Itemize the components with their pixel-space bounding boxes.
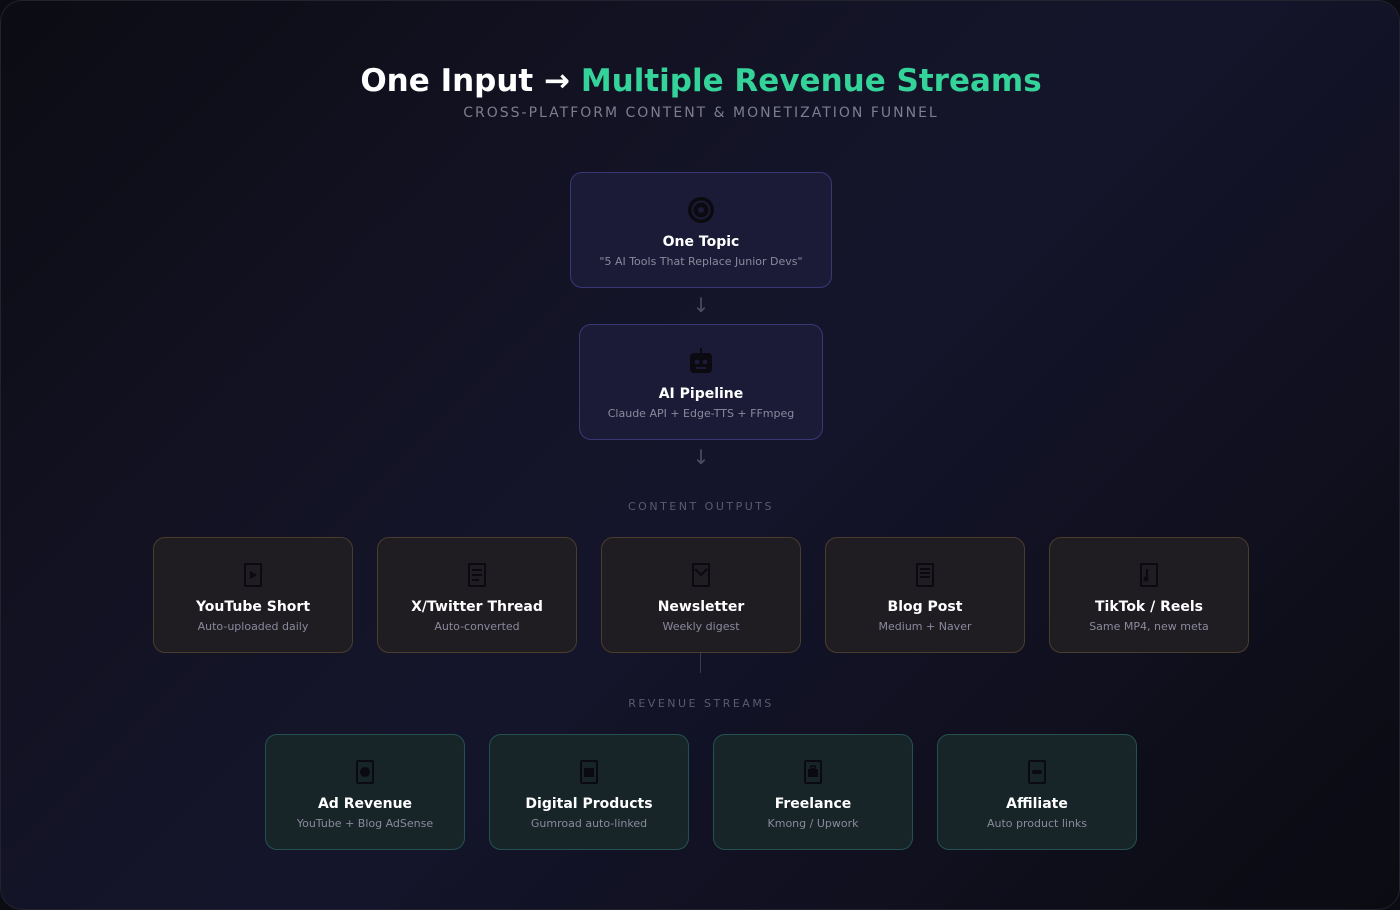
node-affiliate: Affiliate Auto product links [937, 734, 1137, 850]
node-freelance: Freelance Kmong / Upwork [713, 734, 913, 850]
phone-icon [1050, 556, 1248, 594]
diagram-canvas: One Input → Multiple Revenue Streams CRO… [0, 0, 1400, 910]
node-description: Weekly digest [662, 620, 740, 633]
node-youtube-short: YouTube Short Auto-uploaded daily [153, 537, 353, 653]
node-title: Newsletter [657, 599, 745, 615]
node-title: Freelance [774, 796, 852, 812]
node-description: Medium + Naver [878, 620, 972, 633]
node-title: YouTube Short [195, 599, 311, 615]
package-icon [490, 753, 688, 791]
title-plain: One Input → [360, 63, 581, 99]
node-description: Auto-converted [434, 620, 520, 633]
down-arrow-icon: ↓ [692, 293, 710, 317]
section-label-content-outputs: CONTENT OUTPUTS [628, 500, 774, 513]
node-ai-pipeline: AI Pipeline Claude API + Edge-TTS + FFmp… [579, 324, 823, 440]
node-title: AI Pipeline [658, 386, 744, 402]
connector-line [700, 653, 701, 673]
title-accent: Multiple Revenue Streams [580, 63, 1042, 99]
video-icon [154, 556, 352, 594]
section-label-revenue-streams: REVENUE STREAMS [628, 697, 774, 710]
node-title: Affiliate [1006, 796, 1068, 812]
money-icon [266, 753, 464, 791]
bird-icon [378, 556, 576, 594]
document-icon [826, 556, 1024, 594]
node-description: Kmong / Upwork [767, 817, 859, 830]
diagram-title: One Input → Multiple Revenue Streams [1, 59, 1399, 103]
node-one-topic: One Topic "5 AI Tools That Replace Junio… [570, 172, 832, 288]
robot-icon [580, 343, 822, 381]
node-twitter-thread: X/Twitter Thread Auto-converted [377, 537, 577, 653]
node-description: YouTube + Blog AdSense [296, 817, 434, 830]
node-tiktok-reels: TikTok / Reels Same MP4, new meta [1049, 537, 1249, 653]
node-description: Auto-uploaded daily [197, 620, 309, 633]
down-arrow-icon: ↓ [692, 445, 710, 469]
link-icon [938, 753, 1136, 791]
node-description: Gumroad auto-linked [530, 817, 648, 830]
diagram-subtitle: CROSS-PLATFORM CONTENT & MONETIZATION FU… [463, 105, 939, 121]
node-description: Claude API + Edge-TTS + FFmpeg [607, 407, 795, 420]
target-icon [571, 191, 831, 229]
node-blog-post: Blog Post Medium + Naver [825, 537, 1025, 653]
node-title: Digital Products [525, 796, 653, 812]
node-digital-products: Digital Products Gumroad auto-linked [489, 734, 689, 850]
node-description: "5 AI Tools That Replace Junior Devs" [599, 255, 803, 268]
node-ad-revenue: Ad Revenue YouTube + Blog AdSense [265, 734, 465, 850]
node-title: X/Twitter Thread [411, 599, 543, 615]
node-description: Auto product links [986, 817, 1088, 830]
node-description: Same MP4, new meta [1089, 620, 1209, 633]
node-title: Ad Revenue [317, 796, 413, 812]
node-title: Blog Post [887, 599, 963, 615]
node-title: TikTok / Reels [1094, 599, 1204, 615]
node-newsletter: Newsletter Weekly digest [601, 537, 801, 653]
mail-icon [602, 556, 800, 594]
node-title: One Topic [662, 234, 740, 250]
briefcase-icon [714, 753, 912, 791]
